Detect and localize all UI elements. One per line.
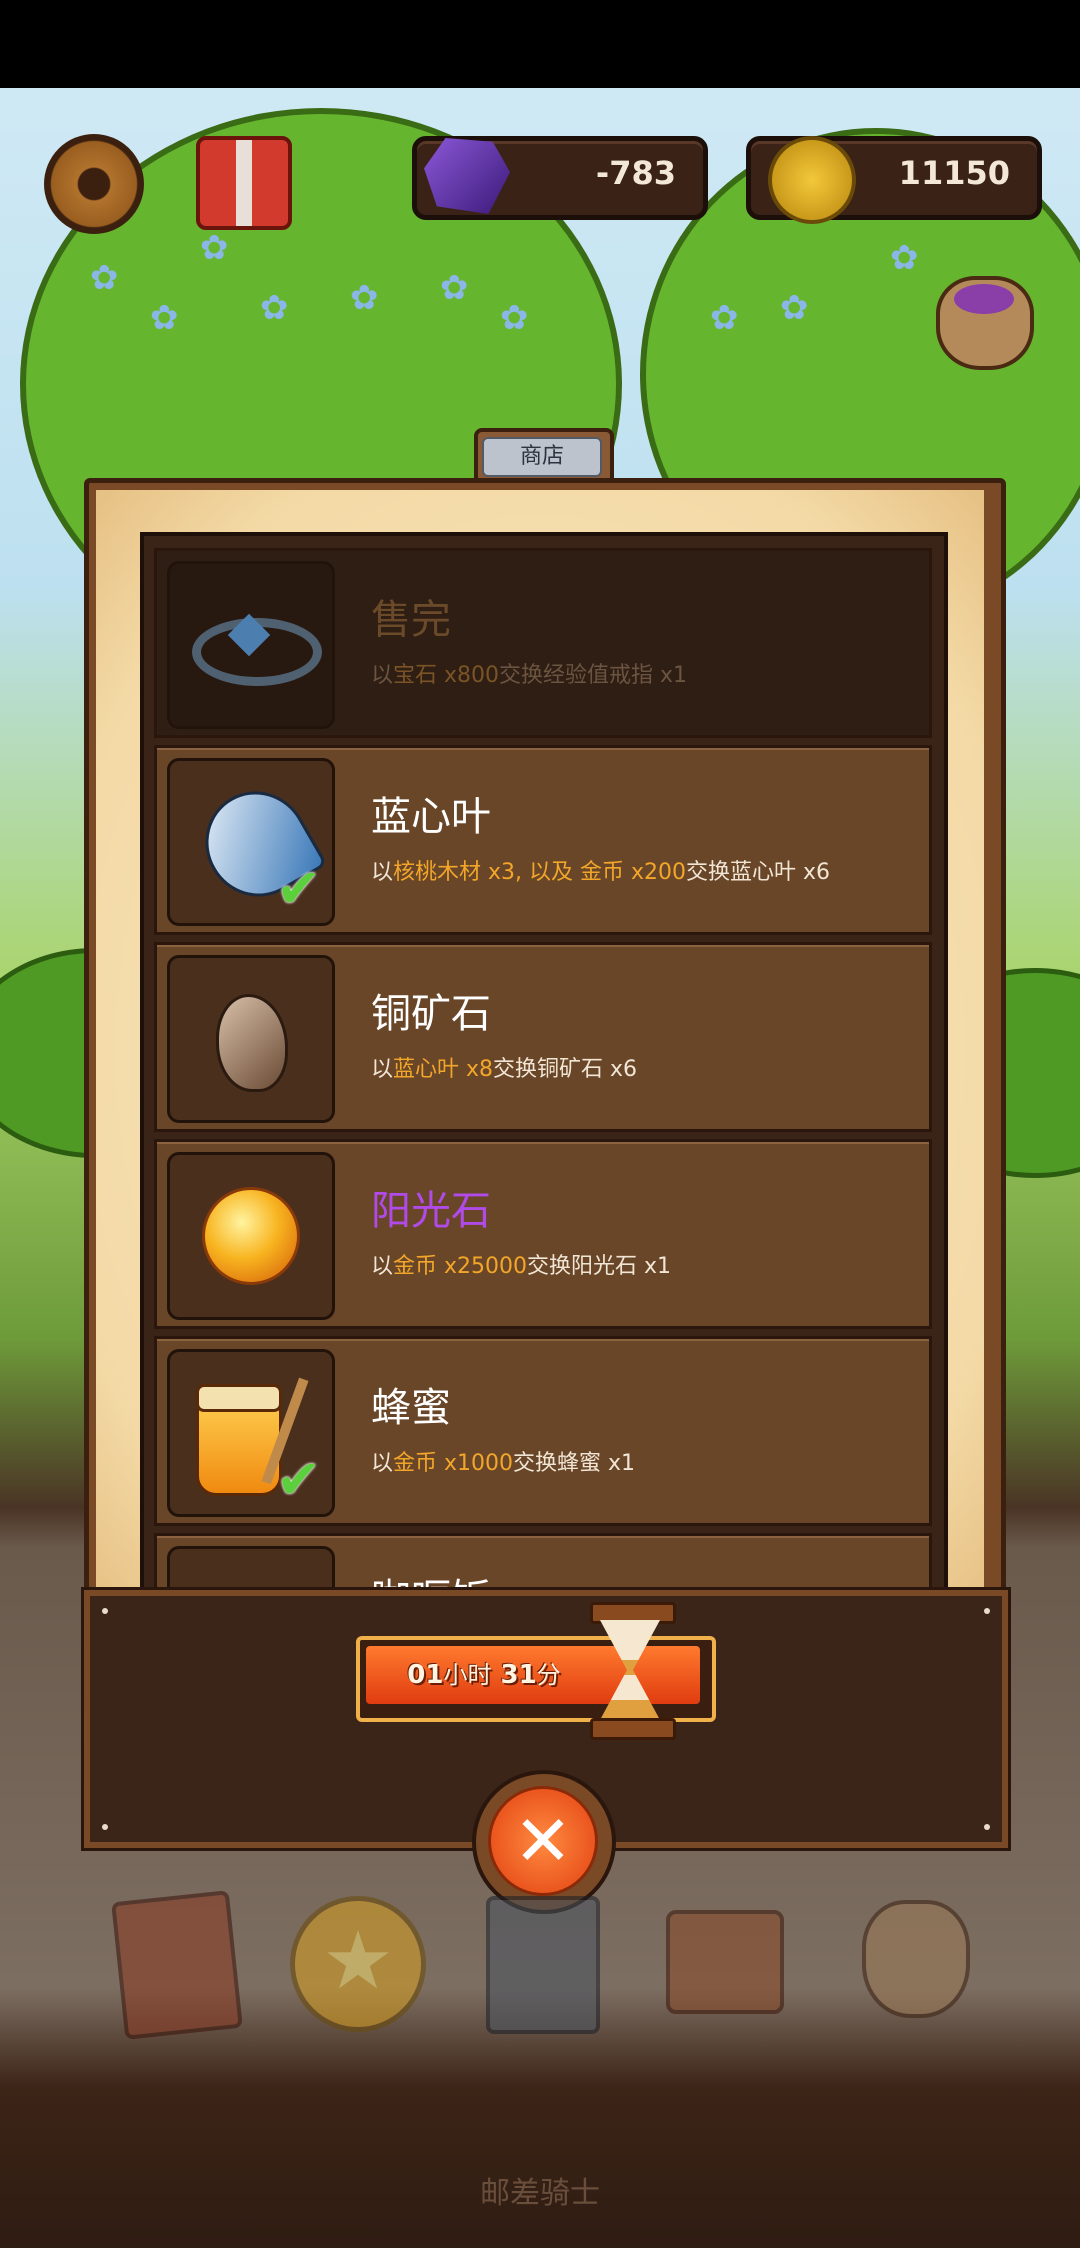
shop-item-sunstone[interactable]: 阳光石 以金币 x25000交换阳光石 x1 [154,1139,932,1329]
close-icon: ✕ [513,1800,573,1882]
item-icon-slot [167,955,335,1123]
shop-item-blue-heart-leaf[interactable]: ✔ 蓝心叶 以核桃木材 x3, 以及 金币 x200交换蓝心叶 x6 [154,745,932,935]
gems-value: -783 [595,154,676,192]
copper-ore-icon [216,994,288,1092]
coins-value: 11150 [898,154,1010,192]
flower-decoration: ✿ [90,258,119,298]
item-icon-slot: ✔ [167,1349,335,1517]
footer-game-title: 邮差骑士 [480,2176,600,2211]
nav-treasure-bag-button[interactable] [846,1890,976,2030]
item-name: 蜂蜜 [371,1385,451,1431]
item-description: 以金币 x1000交换蜂蜜 x1 [371,1451,636,1476]
item-name: 铜矿石 [371,991,491,1037]
item-name: 蓝心叶 [371,794,491,840]
flower-decoration: ✿ [260,288,289,328]
item-icon-slot: ✔ [167,758,335,926]
flower-decoration: ✿ [350,278,379,318]
book-icon [111,1890,243,2040]
card-deck-icon [486,1896,600,2034]
flower-decoration: ✿ [780,288,809,328]
item-description: 以金币 x25000交换阳光石 x1 [371,1254,672,1279]
flower-decoration: ✿ [150,298,179,338]
coin-icon [768,136,856,224]
flower-decoration: ✿ [710,298,739,338]
shop-item-copper-ore[interactable]: 铜矿石 以蓝心叶 x8交换铜矿石 x6 [154,942,932,1132]
shop-tab-label: 商店 [482,437,602,477]
nav-crafting-button[interactable] [656,1890,786,2030]
nav-star-coin-button[interactable]: ★ [290,1890,426,2032]
panel-stud [984,1608,990,1614]
sunstone-icon [202,1187,300,1285]
gift-icon [236,140,252,226]
close-button[interactable]: ✕ [488,1786,598,1896]
crafting-icon [666,1910,784,2014]
status-bar [0,0,1080,88]
item-icon-slot [167,561,335,729]
treasure-bag-icon [862,1900,970,2018]
panel-stud [102,1608,108,1614]
item-description: 以蓝心叶 x8交换铜矿石 x6 [371,1057,638,1082]
check-icon: ✔ [276,1448,322,1511]
restock-timer-text: 01小时 31分 [407,1660,561,1690]
shop-item-honey[interactable]: ✔ 蜂蜜 以金币 x1000交换蜂蜜 x1 [154,1336,932,1526]
loot-bag-icon [954,284,1014,314]
nav-card-deck-button[interactable] [480,1890,610,2034]
hourglass-icon [590,1602,676,1740]
panel-stud [102,1824,108,1830]
star-coin-icon: ★ [290,1896,426,2032]
check-icon: ✔ [276,857,322,920]
item-icon-slot [167,1152,335,1320]
shop-item-list[interactable]: 售完 以宝石 x800交换经验值戒指 x1 ✔ 蓝心叶 以核桃木材 x3, 以及… [140,532,948,1600]
flower-decoration: ✿ [200,228,229,268]
flower-decoration: ✿ [500,298,529,338]
honey-jar-lid [196,1384,282,1412]
item-description: 以核桃木材 x3, 以及 金币 x200交换蓝心叶 x6 [371,860,831,885]
nav-book-button[interactable] [111,1890,243,2040]
gift-button[interactable] [196,136,292,230]
flower-decoration: ✿ [440,268,469,308]
item-name: 售完 [371,597,451,643]
shop-item-sold-out[interactable]: 售完 以宝石 x800交换经验值戒指 x1 [154,548,932,738]
flower-decoration: ✿ [890,238,919,278]
loot-bag-button[interactable] [936,276,1034,370]
settings-button[interactable] [44,134,144,234]
panel-stud [984,1824,990,1830]
item-description: 以宝石 x800交换经验值戒指 x1 [371,663,688,688]
item-name: 阳光石 [371,1188,491,1234]
